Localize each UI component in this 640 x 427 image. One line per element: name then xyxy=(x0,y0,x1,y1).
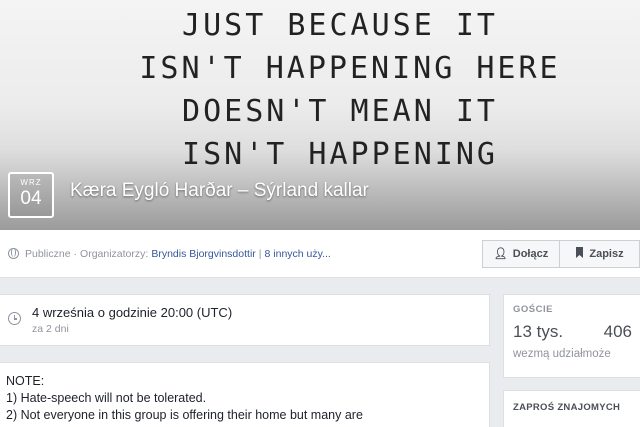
cover-line-2: ISN'T HAPPENING HERE xyxy=(139,51,561,86)
invite-friends-header: ZAPROŚ ZNAJOMYCH xyxy=(513,402,621,413)
guests-label: wezmą udziałmoże xyxy=(513,348,611,360)
date-day: 04 xyxy=(20,188,42,209)
event-relative-time: za 2 dni xyxy=(32,323,69,335)
event-description: NOTE: 1) Hate-speech will not be tolerat… xyxy=(0,362,490,427)
event-datetime: 4 września o godzinie 20:00 (UTC) xyxy=(32,305,233,320)
event-cover-photo: JUST BECAUSE IT ISN'T HAPPENING HERE DOE… xyxy=(0,0,640,230)
meta-separator: · xyxy=(73,247,78,260)
description-line-1: NOTE: xyxy=(6,374,45,388)
description-line-3: 2) Not everyone in this group is offerin… xyxy=(6,408,363,422)
privacy-label: Publiczne xyxy=(25,247,71,260)
description-line-2: 1) Hate-speech will not be tolerated. xyxy=(6,391,207,405)
event-actions: 👤︎ Dołącz Zapisz xyxy=(482,239,640,268)
save-button[interactable]: Zapisz xyxy=(560,239,640,268)
clock-icon xyxy=(8,312,21,325)
organizers-label: Organizatorzy: xyxy=(80,247,149,260)
event-info-bar: Publiczne · Organizatorzy: Bryndis Bjorg… xyxy=(0,230,640,278)
globe-icon xyxy=(8,248,19,259)
person-icon: 👤︎ xyxy=(493,248,508,260)
date-month: WRZ xyxy=(20,178,42,187)
join-label: Dołącz xyxy=(512,247,549,260)
guests-card: GOŚCIE 13 tys. 406 wezmą udziałmoże xyxy=(503,294,640,378)
save-label: Zapisz xyxy=(589,247,624,260)
organizer-link[interactable]: Bryndis Bjorgvinsdottir xyxy=(151,248,255,260)
guests-label-going: wezmą udział xyxy=(513,348,583,360)
event-meta: Publiczne · Organizatorzy: Bryndis Bjorg… xyxy=(0,248,482,260)
event-title: Kæra Eygló Harðar – Sýrland kallar xyxy=(70,180,369,201)
event-time-card: 4 września o godzinie 20:00 (UTC) za 2 d… xyxy=(0,294,490,346)
guests-interested-count[interactable]: 13 tys. xyxy=(513,322,563,342)
guests-label-maybe: może xyxy=(582,348,611,360)
cover-line-1: JUST BECAUSE IT xyxy=(182,8,498,43)
guests-header: GOŚCIE xyxy=(513,304,553,315)
guests-going-count[interactable]: 406 xyxy=(604,322,632,342)
more-organizers-link[interactable]: 8 innych uży... xyxy=(265,248,331,260)
cover-line-3: DOESN'T MEAN IT xyxy=(182,94,498,129)
meta-divider: | xyxy=(258,247,262,260)
invite-friends-card: ZAPROŚ ZNAJOMYCH xyxy=(503,390,640,427)
event-date-badge: WRZ 04 xyxy=(8,172,54,218)
bookmark-icon xyxy=(575,246,584,261)
join-button[interactable]: 👤︎ Dołącz xyxy=(482,239,560,268)
